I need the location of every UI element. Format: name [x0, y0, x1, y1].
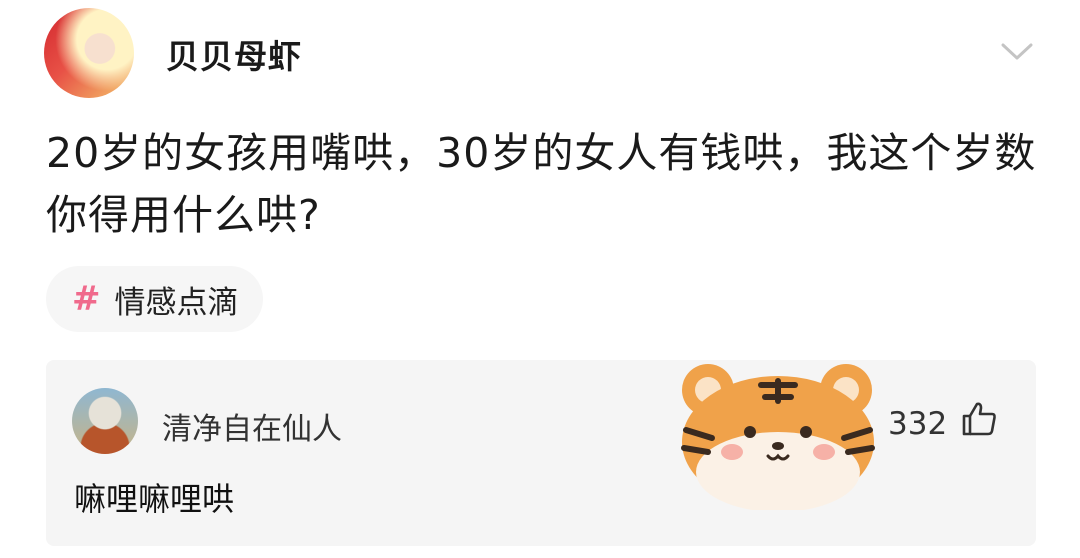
tiger-sticker [681, 364, 875, 510]
commenter-name[interactable]: 清净自在仙人 [162, 404, 342, 448]
comment-card: 清净自在仙人 嘛哩嘛哩哄 332 [46, 360, 1036, 546]
commenter-avatar[interactable] [72, 388, 138, 454]
hashtag-icon: # [72, 279, 101, 319]
like-count: 332 [888, 406, 948, 442]
thumbs-up-icon[interactable] [960, 400, 998, 438]
topic-label: 情感点滴 [114, 284, 239, 321]
comment-text: 嘛哩嘛哩哄 [74, 480, 235, 518]
chevron-down-icon[interactable] [1000, 36, 1034, 66]
post-text: 20岁的女孩用嘴哄，30岁的女人有钱哄，我这个岁数你得用什么哄? [46, 129, 1037, 239]
author-avatar[interactable] [44, 8, 134, 98]
topic-chip[interactable]: # 情感点滴 [46, 266, 263, 332]
author-name[interactable]: 贝贝母虾 [166, 30, 302, 78]
